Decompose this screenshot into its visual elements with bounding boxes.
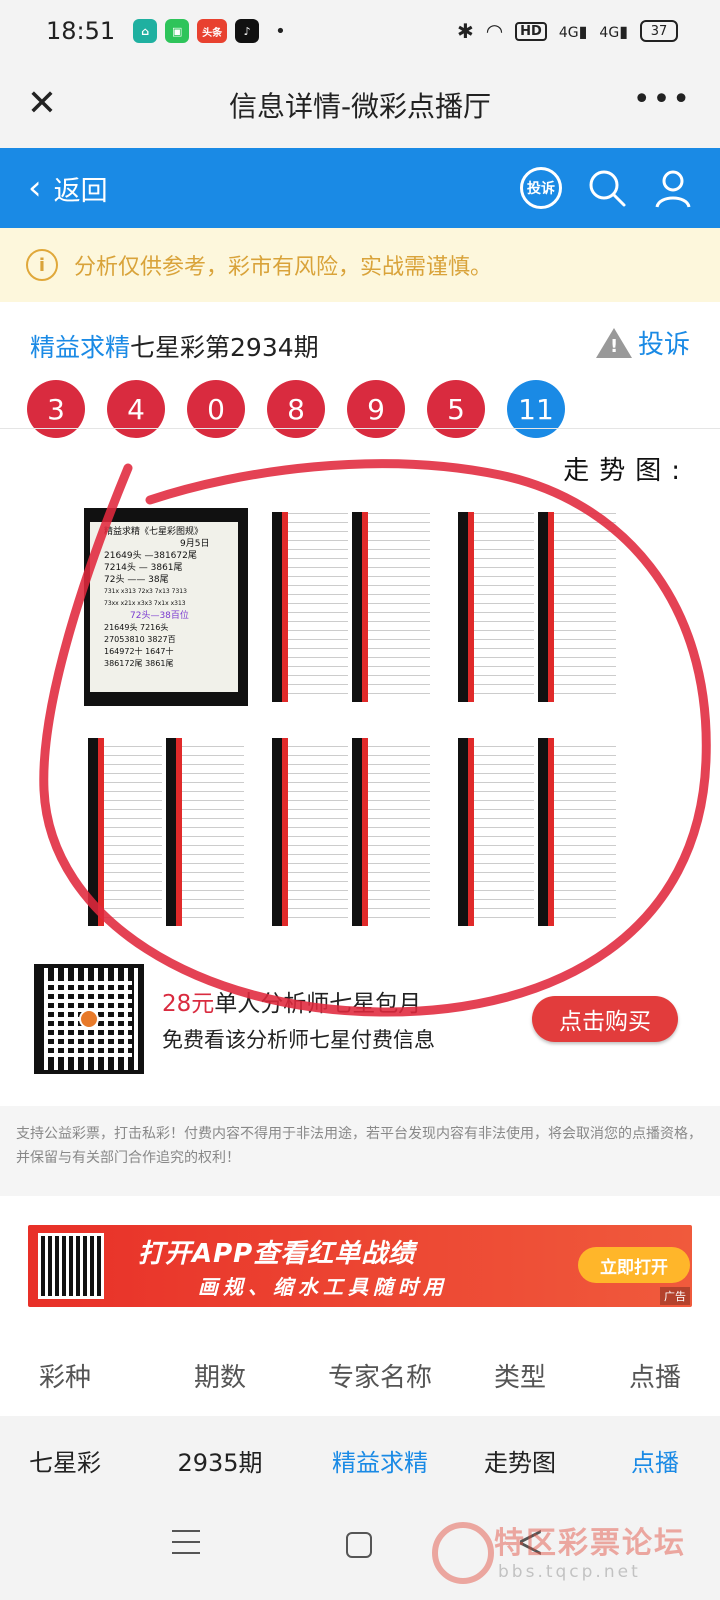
home-app-icon: ⌂: [133, 19, 158, 43]
red-ball: 9: [347, 380, 405, 438]
user-icon[interactable]: [652, 167, 694, 209]
app-ad-banner[interactable]: 打开APP查看红单战绩 画规、缩水工具随时用 立即打开 广告: [28, 1225, 692, 1307]
col-header-issue: 期数: [193, 1362, 246, 1393]
subscription-title: 28元单人分析师七星包月: [162, 991, 422, 1017]
recent-apps-icon[interactable]: [172, 1530, 200, 1558]
page-title: 信息详情-微彩点播厅: [228, 90, 492, 123]
note-line: 386172尾 3861尾: [104, 659, 174, 668]
note-line: 21649头 7216头: [104, 623, 169, 632]
red-ball: 8: [267, 380, 325, 438]
trend-thumbnail-4[interactable]: [88, 738, 244, 926]
col-header-play: 点播: [628, 1362, 681, 1393]
watermark-text: 特区彩票论坛: [494, 1526, 686, 1561]
battery-icon: 37: [640, 20, 678, 42]
back-label: 返回: [53, 175, 108, 207]
note-line: 72头—38百位: [130, 611, 189, 621]
note-line: 精益求精《七星彩图规》: [104, 527, 204, 537]
trend-thumbnail-6[interactable]: [458, 738, 616, 926]
blue-ball: 11: [507, 380, 565, 438]
signal-4g-icon-2: 4G▮: [599, 21, 628, 41]
chevron-left-icon: ‹: [28, 168, 42, 208]
report-label: 投诉: [637, 330, 690, 360]
issue-title: 七星彩第2934期: [130, 333, 319, 362]
home-icon[interactable]: [346, 1532, 372, 1558]
subscription-offer: 28元单人分析师七星包月 免费看该分析师七星付费信息 点击购买: [0, 950, 720, 1080]
watermark-logo-icon: [432, 1522, 494, 1584]
note-line: 9月5日: [180, 539, 210, 549]
col-header-type: 类型: [493, 1362, 546, 1393]
status-bar: 18:51 ⌂ ▣ 头条 ♪ • ✱ ◠ HD 4G▮ 4G▮ 37: [0, 0, 720, 62]
note-line: 731x x313 72x3 7x13 7313: [104, 588, 187, 595]
article-headline: 精益求精七星彩第2934期: [30, 328, 319, 364]
trend-chart-label: 走势图:: [563, 456, 690, 486]
tiktok-icon: ♪: [235, 19, 260, 43]
banner-headline: 打开APP查看红单战绩: [138, 1239, 416, 1269]
complain-button[interactable]: 投诉: [520, 167, 562, 209]
disclaimer: 支持公益彩票，打击私彩！付费内容不得用于非法用途，若平台发现内容有非法使用，将会…: [0, 1106, 720, 1196]
search-icon[interactable]: [586, 167, 628, 209]
open-app-button[interactable]: 立即打开: [578, 1247, 690, 1283]
wifi-icon: ◠: [485, 19, 504, 43]
warning-icon: !: [595, 327, 632, 358]
ad-tag: 广告: [660, 1287, 690, 1305]
status-time: 18:51: [46, 17, 116, 45]
red-ball: 4: [107, 380, 165, 438]
system-nav-bar: ᐸ 特区彩票论坛 bbs.tqcp.net: [0, 1504, 720, 1600]
close-icon[interactable]: ✕: [22, 84, 62, 124]
expert-name-link[interactable]: 精益求精: [30, 333, 130, 362]
draw-numbers: 3 4 0 8 9 5 11: [27, 380, 565, 438]
divider: [0, 428, 720, 429]
note-line: 72头 —— 38尾: [104, 575, 169, 585]
watermark: 特区彩票论坛 bbs.tqcp.net: [432, 1512, 720, 1598]
hd-icon: HD: [515, 21, 547, 41]
signal-4g-icon: 4G▮: [558, 21, 588, 41]
toutiao-app-icon: 头条: [197, 19, 228, 43]
table-header: 彩种 期数 专家名称 类型 点播: [0, 1334, 720, 1416]
trend-thumbnail-3[interactable]: [458, 512, 616, 702]
trend-thumbnail-5[interactable]: [272, 738, 432, 926]
trend-thumbnail-1[interactable]: 精益求精《七星彩图规》 9月5日 21649头 —381672尾 7214头 —…: [84, 508, 248, 706]
red-ball: 3: [27, 380, 85, 438]
table-row: 七星彩 2935期 精益求精 走势图 点播: [0, 1416, 720, 1504]
red-ball: 5: [427, 380, 485, 438]
more-options-icon[interactable]: •••: [633, 82, 692, 117]
note-line: 21649头 —381672尾: [104, 551, 197, 561]
cell-expert-link[interactable]: 精益求精: [310, 1443, 450, 1478]
play-link[interactable]: 点播: [590, 1443, 720, 1478]
col-header-expert: 专家名称: [327, 1362, 432, 1393]
watermark-url: bbs.tqcp.net: [498, 1562, 641, 1582]
note-line: 73xx x21x x3x3 7x1x x313: [104, 600, 186, 607]
subscription-price: 28元: [162, 991, 215, 1017]
back-button[interactable]: ‹ 返回: [28, 169, 108, 208]
col-header-lottery: 彩种: [38, 1362, 91, 1393]
qr-logo-icon: [79, 1009, 99, 1029]
title-bar: ✕ 信息详情-微彩点播厅 •••: [0, 62, 720, 148]
note-line: 27053810 3827百: [104, 635, 176, 644]
red-ball: 0: [187, 380, 245, 438]
tool-app-icon: ▣: [165, 19, 190, 43]
banner-qr-code: [38, 1233, 104, 1299]
subscription-desc: 免费看该分析师七星付费信息: [162, 1028, 435, 1052]
handwritten-note-image: 精益求精《七星彩图规》 9月5日 21649头 —381672尾 7214头 —…: [90, 522, 238, 692]
nav-bar: ‹ 返回 投诉: [0, 148, 720, 228]
note-line: 164972十 1647十: [104, 647, 174, 656]
notification-dot: •: [275, 20, 286, 42]
info-icon: i: [26, 249, 58, 281]
note-line: 7214头 — 3861尾: [104, 563, 183, 573]
qr-code: [34, 964, 144, 1074]
risk-notice: i 分析仅供参考，彩市有风险，实战需谨慎。: [0, 228, 720, 302]
bluetooth-icon: ✱: [456, 19, 474, 43]
buy-button[interactable]: 点击购买: [532, 996, 678, 1042]
cell-issue: 2935期: [177, 1448, 263, 1477]
banner-subline: 画规、缩水工具随时用: [198, 1275, 448, 1299]
report-button[interactable]: ! 投诉: [595, 324, 690, 361]
notice-text: 分析仅供参考，彩市有风险，实战需谨慎。: [74, 255, 493, 280]
cell-lottery: 七星彩: [29, 1448, 101, 1477]
trend-thumbnail-2[interactable]: [272, 512, 432, 702]
cell-type: 走势图: [484, 1448, 556, 1477]
